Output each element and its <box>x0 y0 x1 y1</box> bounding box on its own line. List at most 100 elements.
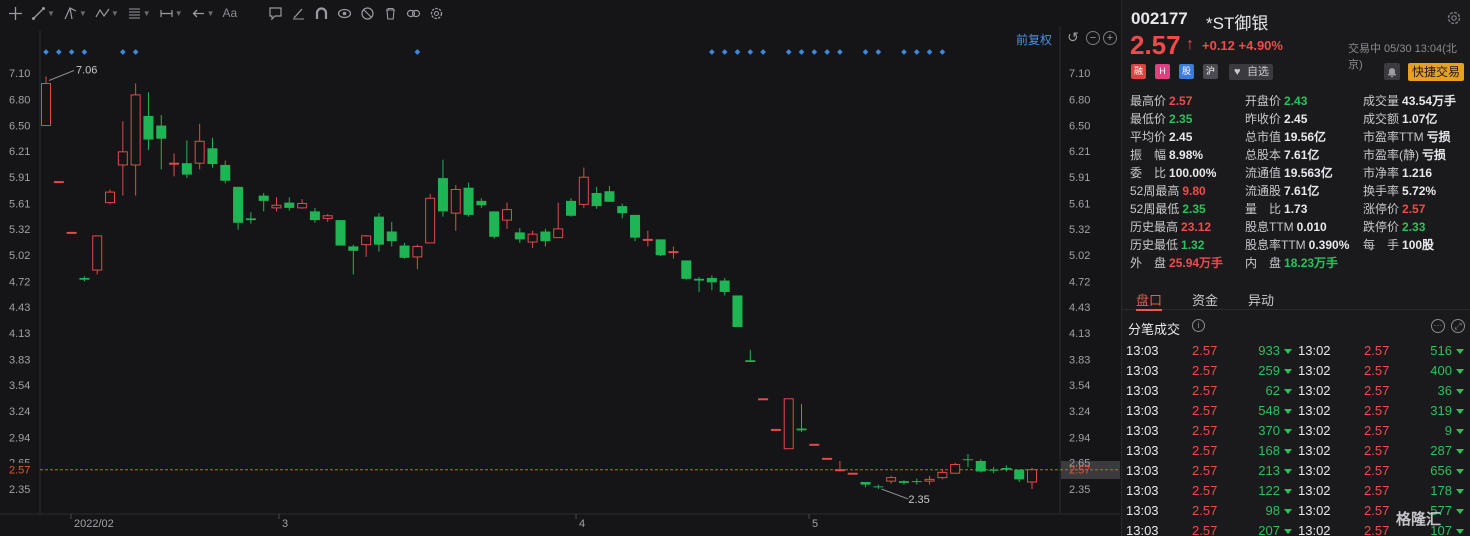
event-marker-icon <box>811 49 818 55</box>
candle-body <box>233 186 244 223</box>
quote-field: 振 幅 8.98% <box>1130 147 1203 163</box>
tab-alerts[interactable]: 异动 <box>1248 290 1274 309</box>
tick-time: 13:02 <box>1298 523 1331 536</box>
kline-chart[interactable]: 7.10 7.10 6.80 6.80 6.50 6.50 6.21 6.21 5.91 5.91… <box>0 0 1120 536</box>
sell-arrow-icon <box>1456 361 1464 381</box>
quote-field-value: 18.23万手 <box>1284 256 1339 270</box>
quote-field-label: 成交额 <box>1363 112 1400 126</box>
y-tick-label-right: 5.32 <box>1069 224 1090 236</box>
fibonacci-tool-icon[interactable]: ▼ <box>123 0 155 26</box>
quote-field-label: 昨收价 <box>1245 112 1282 126</box>
sell-arrow-icon <box>1456 481 1464 501</box>
chart-pane[interactable]: 7.10 7.10 6.80 6.80 6.50 6.50 6.21 6.21 5.91 5.91… <box>0 0 1120 536</box>
quick-trade-button[interactable]: 快捷交易 <box>1408 63 1464 81</box>
arrow-tool-icon[interactable]: ▼ <box>187 0 219 26</box>
margin-tag-icon[interactable]: 融 <box>1131 64 1146 79</box>
link-tool-icon[interactable] <box>402 0 425 26</box>
info-icon[interactable]: i <box>1192 319 1205 332</box>
text-tool-icon[interactable] <box>241 0 264 26</box>
add-watchlist-button[interactable]: ♥ 自选 <box>1229 64 1273 80</box>
quote-field: 流通股 7.61亿 <box>1245 183 1319 199</box>
line-tool-icon[interactable]: ▼ <box>27 0 59 26</box>
event-marker-icon <box>55 49 62 55</box>
quote-field-value: 2.45 <box>1169 130 1193 144</box>
exchange-tag-icon[interactable]: 沪 <box>1203 64 1218 79</box>
hide-tool-icon[interactable] <box>356 0 379 26</box>
candle-body <box>207 148 218 165</box>
event-marker-icon <box>785 49 792 55</box>
candle-body <box>245 218 256 221</box>
tab-underline <box>1136 309 1162 311</box>
tick-price: 2.57 <box>1192 523 1218 536</box>
candle-body <box>41 83 51 127</box>
eye-tool-icon[interactable] <box>333 0 356 26</box>
pitchfork-tool-icon[interactable]: ▼ <box>59 0 91 26</box>
quote-field-label: 最高价 <box>1130 94 1167 108</box>
event-marker-icon <box>81 49 88 55</box>
candle-body <box>860 481 871 485</box>
quote-field-label: 换手率 <box>1363 184 1400 198</box>
tick-time: 13:03 <box>1126 463 1159 478</box>
pen-tool-icon[interactable] <box>287 0 310 26</box>
candle-body <box>578 176 589 205</box>
y-tick-label-left: 6.21 <box>9 146 30 158</box>
note-tool-icon[interactable] <box>264 0 287 26</box>
zoom-out-button[interactable]: − <box>1086 31 1100 45</box>
text-tool-icon[interactable]: Aa <box>219 0 242 26</box>
magnet-tool-icon[interactable] <box>310 0 333 26</box>
measure-tool-icon[interactable]: ▼ <box>155 0 187 26</box>
gear-icon[interactable] <box>1446 10 1462 26</box>
settings-tool-icon[interactable] <box>425 0 448 26</box>
y-tick-label-left: 5.91 <box>9 172 30 184</box>
tick-price: 2.57 <box>1192 463 1218 478</box>
pattern-tool-icon[interactable]: ▼ <box>91 0 123 26</box>
tick-price: 2.57 <box>1364 523 1390 536</box>
tick-time: 13:02 <box>1298 403 1331 418</box>
candle-body <box>156 125 167 139</box>
y-tick-label-left: 6.80 <box>9 94 30 106</box>
event-marker-icon <box>734 49 741 55</box>
tab-orderbook[interactable]: 盘口 <box>1136 290 1162 309</box>
tick-time: 13:02 <box>1298 383 1331 398</box>
tick-time: 13:02 <box>1298 503 1331 518</box>
sell-arrow-icon <box>1456 441 1464 461</box>
y-tick-label-right: 4.72 <box>1069 276 1090 288</box>
candle-body <box>681 260 692 279</box>
quote-field: 委 比 100.00% <box>1130 165 1216 181</box>
quote-field: 市盈率TTM 亏损 <box>1363 129 1451 145</box>
event-marker-icon <box>43 49 49 55</box>
quote-field: 平均价 2.45 <box>1130 129 1192 145</box>
high-annotation-line <box>48 70 75 81</box>
tick-time: 13:03 <box>1126 483 1159 498</box>
candle-body <box>130 94 141 166</box>
more-icon[interactable]: ··· <box>1431 319 1445 333</box>
reset-icon[interactable]: ↺ <box>1066 30 1080 45</box>
stock-tag-icon[interactable]: 股 <box>1179 64 1194 79</box>
candle-body <box>527 233 538 243</box>
hot-tag-icon[interactable]: H <box>1155 64 1170 79</box>
quote-field-label: 股息率TTM <box>1245 238 1306 252</box>
zoom-in-button[interactable]: + <box>1103 31 1117 45</box>
quote-field-value: 43.54万手 <box>1402 94 1457 108</box>
quote-field-label: 量 比 <box>1245 202 1282 216</box>
quote-field-label: 总市值 <box>1245 130 1282 144</box>
quote-field: 每 手 100股 <box>1363 237 1434 253</box>
expand-icon[interactable]: ⤢ <box>1451 319 1465 333</box>
trash-tool-icon[interactable] <box>379 0 402 26</box>
tick-price: 2.57 <box>1364 483 1390 498</box>
tick-price: 2.57 <box>1364 443 1390 458</box>
tab-capital[interactable]: 资金 <box>1192 290 1218 309</box>
bell-icon[interactable] <box>1384 63 1400 80</box>
quote-field-label: 平均价 <box>1130 130 1167 144</box>
quote-field-label: 委 比 <box>1130 166 1167 180</box>
tick-price: 2.57 <box>1192 383 1218 398</box>
candle-body <box>1001 467 1012 470</box>
candle-body <box>642 238 653 241</box>
candle-body <box>770 428 781 431</box>
crosshair-tool-icon[interactable] <box>4 0 27 26</box>
tick-volume: 62 <box>1265 383 1280 398</box>
y-tick-label-left: 3.24 <box>9 406 30 418</box>
event-marker-icon <box>721 49 728 55</box>
event-marker-icon <box>862 49 869 55</box>
price-adjust-selector[interactable]: 前复权 <box>1016 31 1052 48</box>
